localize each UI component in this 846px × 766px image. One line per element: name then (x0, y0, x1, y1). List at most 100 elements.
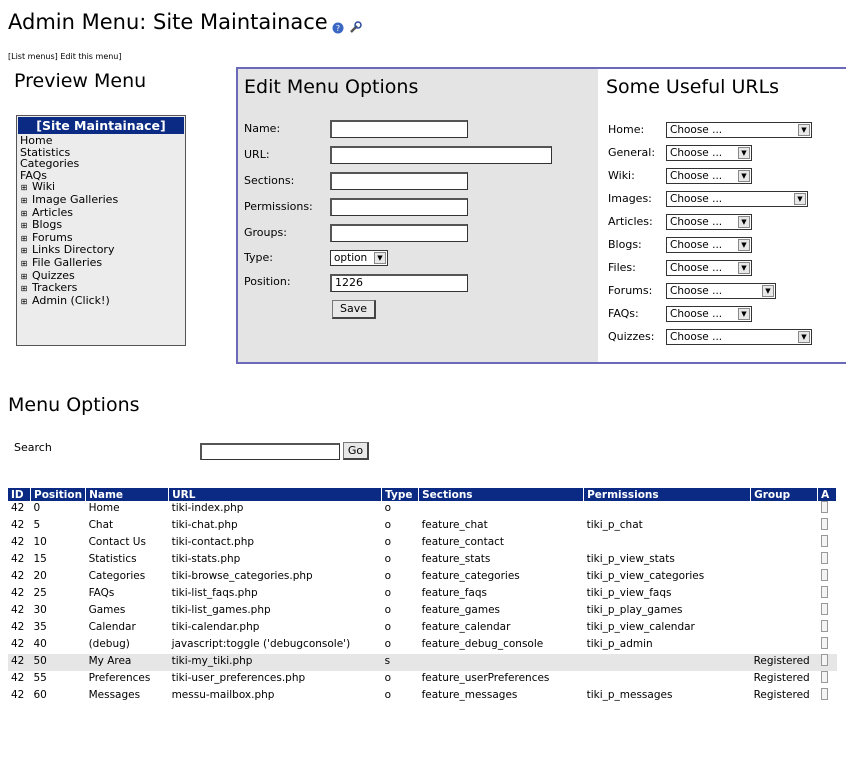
table-row[interactable]: 42 20 Categories tiki-browse_categories.php… (8, 569, 837, 586)
sections-field[interactable] (330, 172, 468, 190)
action-icon[interactable] (820, 654, 828, 666)
table-cell: 25 (33, 587, 47, 599)
table-row[interactable]: 42 10 Contact Us tiki-contact.php o feature_c… (8, 535, 837, 552)
column-header[interactable]: A (817, 488, 838, 501)
table-cell: tiki_p_view_calendar (586, 621, 695, 633)
name-field[interactable] (330, 120, 468, 138)
groups-field[interactable] (330, 224, 468, 242)
go-button[interactable]: Go (343, 442, 369, 460)
action-cell[interactable] (818, 501, 837, 518)
column-header[interactable]: URL (168, 488, 383, 501)
column-header[interactable]: Sections (418, 488, 585, 501)
url-select[interactable]: Choose ... ▼ (666, 306, 752, 322)
menu-item[interactable]: Home (17, 135, 185, 147)
action-cell[interactable] (818, 671, 837, 688)
url-select[interactable]: Choose ... ▼ (666, 237, 752, 253)
column-header[interactable]: Position (30, 488, 87, 501)
column-header[interactable]: Permissions (583, 488, 752, 501)
action-cell[interactable] (818, 586, 837, 603)
table-cell (751, 535, 818, 552)
table-row[interactable]: 42 5 Chat tiki-chat.php o feature_chat tiki_p_… (8, 518, 837, 535)
chevron-down-icon: ▼ (738, 262, 750, 274)
table-row[interactable]: 42 25 FAQs tiki-list_faqs.php o feature_faqs t… (8, 586, 837, 603)
expand-icon[interactable]: ⊞ (20, 182, 28, 194)
table-cell: o (384, 570, 392, 582)
help-icon[interactable]: ? (331, 16, 345, 34)
url-select[interactable]: Choose ... ▼ (666, 122, 812, 138)
chevron-down-icon: ▼ (738, 147, 750, 159)
action-icon[interactable] (820, 569, 828, 581)
expand-icon[interactable]: ⊞ (20, 220, 28, 232)
action-cell[interactable] (818, 620, 837, 637)
column-header[interactable]: ID (8, 488, 31, 501)
save-button[interactable]: Save (332, 300, 376, 319)
expand-icon[interactable]: ⊞ (20, 208, 28, 220)
svg-text:?: ? (336, 24, 340, 33)
expand-icon[interactable]: ⊞ (20, 258, 28, 270)
menu-title[interactable]: [Site Maintainace] (18, 117, 184, 134)
position-field[interactable]: 1226 (330, 274, 468, 292)
action-cell[interactable] (818, 569, 837, 586)
expand-icon[interactable]: ⊞ (20, 245, 28, 257)
table-row[interactable]: 42 30 Games tiki-list_games.php o feature_gam… (8, 603, 837, 620)
expand-icon[interactable]: ⊞ (20, 271, 28, 283)
column-header[interactable]: Group (750, 488, 819, 501)
table-cell: 50 (30, 654, 86, 671)
url-select-value: Choose ... (670, 262, 723, 274)
table-cell: feature_messages (421, 689, 518, 701)
url-select[interactable]: Choose ... ▼ (666, 214, 752, 230)
action-icon[interactable] (820, 688, 828, 700)
search-input[interactable] (200, 443, 340, 460)
table-row[interactable]: 42 60 Messages messu-mailbox.php o feature_me… (8, 688, 837, 705)
action-icon[interactable] (820, 586, 828, 598)
wrench-icon[interactable] (348, 16, 362, 33)
action-cell[interactable] (817, 654, 837, 671)
table-cell: tiki-browse_categories.php (171, 570, 313, 582)
permissions-field[interactable] (330, 198, 468, 216)
table-cell: tiki-my_tiki.php (168, 654, 382, 671)
chevron-down-icon: ▼ (738, 216, 750, 228)
action-icon[interactable] (820, 518, 828, 530)
edit-this-menu-link[interactable]: Edit this menu] (60, 52, 121, 61)
table-row[interactable]: 42 50 My Area tiki-my_tiki.php s Registered (8, 654, 837, 671)
expand-icon[interactable]: ⊞ (20, 233, 28, 245)
action-cell[interactable] (818, 637, 837, 654)
action-icon[interactable] (820, 603, 828, 615)
action-cell[interactable] (818, 518, 837, 535)
table-row[interactable]: 42 0 Home tiki-index.php o (8, 501, 837, 518)
column-header[interactable]: Name (85, 488, 170, 501)
url-select[interactable]: Choose ... ▼ (666, 145, 752, 161)
url-field[interactable] (330, 146, 552, 164)
url-select[interactable]: Choose ... ▼ (666, 260, 752, 276)
action-cell[interactable] (818, 603, 837, 620)
action-icon[interactable] (820, 552, 828, 564)
action-icon[interactable] (820, 637, 828, 649)
url-select[interactable]: Choose ... ▼ (666, 191, 808, 207)
url-select[interactable]: Choose ... ▼ (666, 283, 776, 299)
table-row[interactable]: 42 40 (debug) javascript:toggle ('debugcons… (8, 637, 837, 654)
expand-icon[interactable]: ⊞ (20, 296, 28, 308)
action-icon[interactable] (820, 535, 828, 547)
column-header[interactable]: Type (381, 488, 420, 501)
list-menus-link[interactable]: [List menus] (8, 52, 58, 61)
url-select-value: Choose ... (670, 216, 723, 228)
url-select[interactable]: Choose ... ▼ (666, 329, 812, 345)
action-cell[interactable] (818, 688, 837, 705)
url-select[interactable]: Choose ... ▼ (666, 168, 752, 184)
table-cell: o (384, 502, 392, 514)
table-row[interactable]: 42 55 Preferences tiki-user_preferences.php… (8, 671, 837, 688)
action-cell[interactable] (818, 535, 837, 552)
table-cell: tiki-index.php (171, 502, 244, 514)
expand-icon[interactable]: ⊞ (20, 283, 28, 295)
action-cell[interactable] (818, 552, 837, 569)
type-select[interactable]: option ▼ (330, 250, 388, 266)
table-row[interactable]: 42 15 Statistics tiki-stats.php o feature_sta… (8, 552, 837, 569)
table-cell: (debug) (88, 638, 130, 650)
table-cell: tiki-list_faqs.php (171, 587, 258, 599)
expand-icon[interactable]: ⊞ (20, 195, 28, 207)
menu-section[interactable]: ⊞ Admin (Click!) (17, 294, 185, 308)
action-icon[interactable] (820, 501, 828, 513)
table-row[interactable]: 42 35 Calendar tiki-calendar.php o feature_ca… (8, 620, 837, 637)
action-icon[interactable] (820, 620, 828, 632)
action-icon[interactable] (820, 671, 828, 683)
